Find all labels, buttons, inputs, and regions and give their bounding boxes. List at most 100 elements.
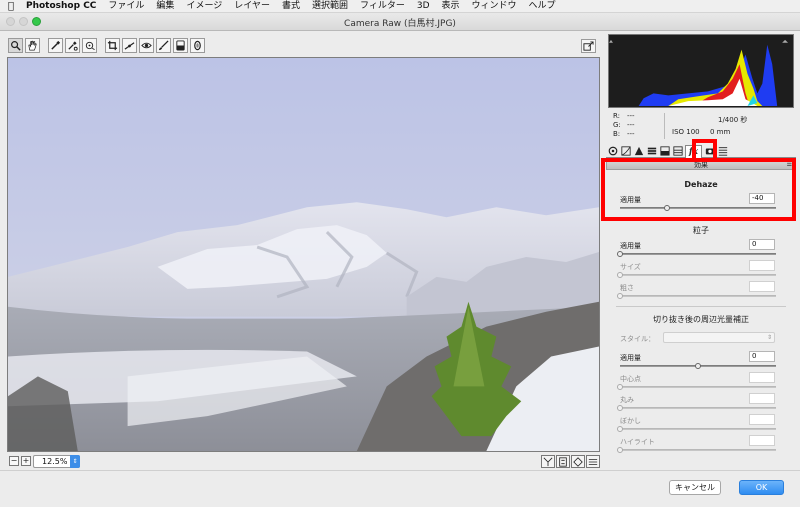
menu-select[interactable]: 選択範囲 [306,0,354,13]
straighten-tool-button[interactable] [122,38,137,53]
focal-length: 0 mm [710,128,731,136]
white-balance-icon [51,40,61,50]
dehaze-amount-input[interactable]: -40 [749,193,775,204]
menu-type[interactable]: 書式 [276,0,306,13]
before-after-button[interactable] [541,455,555,468]
white-balance-tool-button[interactable] [48,38,63,53]
menu-image[interactable]: イメージ [180,0,228,13]
copy-settings-button[interactable] [571,455,585,468]
menu-edit[interactable]: 編集 [150,0,180,13]
vignette-feather-input [749,414,775,425]
grain-roughness-input [749,281,775,292]
export-icon [583,40,594,51]
menu-window[interactable]: ウィンドウ [466,0,523,13]
hand-tool-button[interactable] [25,38,40,53]
zoom-level-value: 12.5% [42,457,68,466]
tab-effects[interactable]: fx [685,144,702,159]
grain-size-thumb [617,272,623,278]
tab-camera-calibration[interactable] [704,146,715,157]
vignette-feather-thumb [617,426,623,432]
info-readout: R: --- G: --- B: --- 1/400 秒 ISO 100 0 mm [608,110,794,142]
shutter-speed: 1/400 秒 [718,116,748,124]
grain-size-label: サイズ [620,263,641,271]
ok-button[interactable]: OK [739,480,784,495]
menu-view[interactable]: 表示 [436,0,466,13]
panel-menu-icon[interactable]: ☰ [787,161,792,169]
radial-filter-icon [194,40,201,51]
vignette-amount-input[interactable]: 0 [749,351,775,362]
hand-icon [28,40,37,51]
panel-header: 効果 ☰ [606,160,796,170]
tab-hsl[interactable] [646,146,657,157]
menu-layer[interactable]: レイヤー [228,0,276,13]
radial-filter-tool-button[interactable] [190,38,205,53]
tab-basic[interactable] [607,146,618,157]
hsl-icon [647,147,656,155]
basic-icon [608,146,617,156]
lens-icon [672,146,683,156]
vignette-midpoint-thumb [617,384,623,390]
vignette-highlights-thumb [617,447,623,453]
swap-settings-button[interactable] [556,455,570,468]
dehaze-slider-thumb[interactable] [663,205,670,211]
image-preview[interactable] [7,57,600,452]
grain-roughness-slider [617,293,776,299]
vignette-amount-thumb[interactable] [695,363,701,369]
chevron-updown-icon: ⇕ [70,455,80,468]
tab-split-toning[interactable] [659,146,670,157]
adjustment-brush-tool-button[interactable] [156,38,171,53]
zoom-tool-button[interactable] [8,38,23,53]
crop-icon [107,40,118,51]
menu-file[interactable]: ファイル [102,0,150,13]
tab-lens-corrections[interactable] [672,146,683,157]
view-mode-buttons [541,455,600,468]
vignette-amount-slider[interactable] [620,363,776,369]
vignette-style-label: スタイル： [620,335,655,343]
crop-tool-button[interactable] [105,38,120,53]
grain-amount-input[interactable]: 0 [749,239,775,250]
tone-curve-icon [620,146,631,156]
tab-tone-curve[interactable] [620,146,631,157]
fx-icon: fx [688,147,699,157]
tab-presets[interactable] [717,146,728,157]
dehaze-title: Dehaze [684,180,718,189]
apple-icon[interactable]:  [0,1,22,12]
zoom-in-button[interactable]: + [21,456,31,466]
camera-raw-toolbar [8,38,205,54]
menu-help[interactable]: ヘルプ [523,0,562,13]
zoom-icon [11,41,21,51]
target-adjust-icon [85,41,95,51]
menu-filter[interactable]: フィルター [354,0,411,13]
vignette-roundness-slider [617,405,776,411]
window-titlebar: Camera Raw (白馬村.JPG) [0,13,800,31]
grain-amount-slider[interactable] [617,251,776,257]
zoom-out-button[interactable]: − [9,456,19,466]
menu-photoshop[interactable]: Photoshop CC [22,0,102,13]
red-eye-icon [141,42,152,49]
tab-detail[interactable] [633,146,644,157]
vignette-amount-label: 適用量 [620,354,641,362]
adjustment-brush-icon [158,40,169,51]
swap-icon [559,456,567,467]
dehaze-amount-slider[interactable] [620,205,776,211]
mountain-landscape-image [8,58,599,451]
info-divider [664,113,665,139]
vignette-midpoint-slider [617,384,776,390]
grain-title: 粒子 [693,226,709,235]
toggle-fullscreen-button[interactable] [581,39,596,53]
graduated-filter-tool-button[interactable] [173,38,188,53]
red-eye-tool-button[interactable] [139,38,154,53]
graduated-filter-icon [176,40,185,51]
vignette-roundness-input [749,393,775,404]
vignette-roundness-label: 丸み [620,396,634,404]
menu-3d[interactable]: 3D [411,0,436,13]
preview-preferences-button[interactable] [586,455,600,468]
presets-icon [718,147,727,156]
zoom-level-select[interactable]: 12.5% ⇕ [33,455,80,468]
grain-roughness-thumb [617,293,623,299]
g-value: --- [627,121,635,129]
target-adjustment-tool-button[interactable] [82,38,97,53]
cancel-button[interactable]: キャンセル [669,480,721,495]
grain-amount-thumb[interactable] [617,251,623,257]
color-sampler-tool-button[interactable] [65,38,80,53]
